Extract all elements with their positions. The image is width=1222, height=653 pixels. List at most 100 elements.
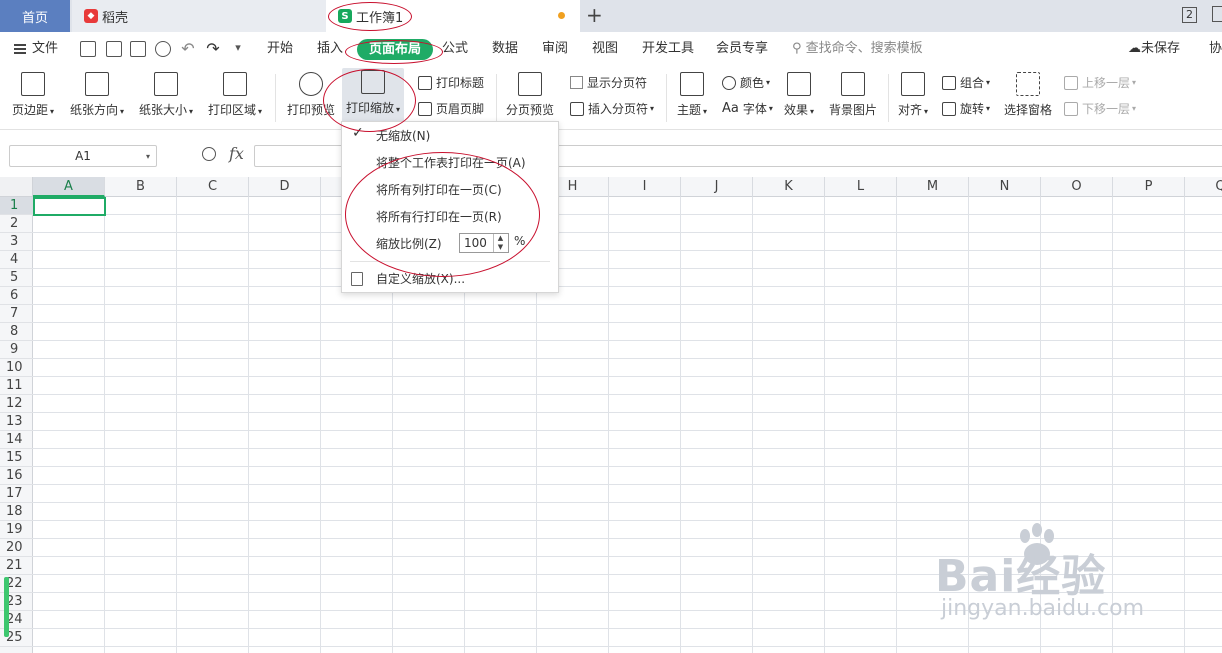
fonts-button[interactable]: Aa 字体 ▾ [722,100,773,117]
bring-forward-button[interactable]: 上移一层 ▾ [1064,74,1136,91]
menu-tab-view[interactable]: 视图 [592,32,618,66]
tab-daoke[interactable]: ◆ 稻壳 [72,0,326,32]
undo-icon[interactable]: ↶ [180,41,196,57]
new-tab-plus-icon[interactable]: + [586,3,603,27]
unsaved-dot-icon [558,12,565,19]
column-header[interactable]: M [897,177,969,197]
menu-file[interactable]: 文件 [14,32,58,66]
print-area-button[interactable]: 打印区域 ▾ [208,70,262,118]
align-label: 对齐 [898,103,923,117]
row-header[interactable]: 13 [0,413,33,431]
redo-icon[interactable]: ↷ [205,41,221,57]
column-header[interactable]: J [681,177,753,197]
export-pdf-icon[interactable] [106,41,122,57]
column-header[interactable]: B [105,177,177,197]
background-image-button[interactable]: 背景图片 [829,70,877,118]
page-break-icon [570,101,584,116]
column-header[interactable]: I [609,177,681,197]
menu-tab-start[interactable]: 开始 [267,32,293,66]
zoom-magnifier-icon[interactable] [202,147,216,161]
column-header[interactable]: D [249,177,321,197]
rotate-button[interactable]: 旋转 ▾ [942,100,990,117]
command-search[interactable]: ⚲ 查找命令、搜索模板 [792,32,923,66]
column-header[interactable]: C [177,177,249,197]
chevron-down-icon[interactable]: ▾ [146,152,150,161]
effects-button[interactable]: 效果 ▾ [784,70,814,118]
ribbon-divider [275,74,276,122]
row-header[interactable]: 6 [0,287,33,305]
column-header[interactable]: N [969,177,1041,197]
cloud-save-status[interactable]: ☁未保存 [1128,32,1180,66]
row-header[interactable]: 1 [0,197,33,215]
print-preview-icon[interactable] [155,41,171,57]
menu-file-label: 文件 [32,41,59,56]
margins-button[interactable]: 页边距 ▾ [12,70,54,118]
row-header[interactable]: 16 [0,467,33,485]
quick-access-dropdown-icon[interactable]: ▾ [230,41,246,57]
select-all-corner[interactable] [0,177,33,197]
row-header[interactable]: 12 [0,395,33,413]
print-icon[interactable] [130,41,146,57]
menu-tab-insert[interactable]: 插入 [317,32,343,66]
row-header[interactable]: 19 [0,521,33,539]
header-footer-button[interactable]: 页眉页脚 [418,100,484,117]
row-header[interactable]: 20 [0,539,33,557]
group-button[interactable]: 组合 ▾ [942,74,990,91]
annotation-ellipse-page-layout [345,40,443,64]
row-header[interactable]: 18 [0,503,33,521]
colors-button[interactable]: 颜色 ▾ [722,74,770,91]
align-button[interactable]: 对齐 ▾ [898,70,928,118]
row-header[interactable]: 21 [0,557,33,575]
print-area-label: 打印区域 [208,103,257,117]
column-header[interactable]: O [1041,177,1113,197]
row-header[interactable]: 14 [0,431,33,449]
row-header[interactable]: 2 [0,215,33,233]
row-header[interactable]: 17 [0,485,33,503]
column-header[interactable]: P [1113,177,1185,197]
column-header[interactable]: A [33,177,105,197]
page-break-preview-button[interactable]: 分页预览 [506,70,554,118]
fx-icon[interactable]: fx [229,144,244,163]
orientation-button[interactable]: 纸张方向 ▾ [70,70,124,118]
name-box[interactable]: A1 [9,145,157,167]
menu-bar: 文件 ↶ ↷ ▾ 开始 插入 页面布局 公式 数据 审阅 视图 开发工具 会员专… [0,32,1222,66]
menu-tab-data[interactable]: 数据 [492,32,518,66]
save-icon[interactable] [80,41,96,57]
ribbon-divider [666,74,667,122]
row-header[interactable]: 5 [0,269,33,287]
show-page-breaks-checkbox[interactable]: 显示分页符 [570,74,647,91]
row-header[interactable]: 10 [0,359,33,377]
row-header[interactable]: 9 [0,341,33,359]
row-header[interactable]: 11 [0,377,33,395]
menu-tab-formulas[interactable]: 公式 [442,32,468,66]
paper-size-button[interactable]: 纸张大小 ▾ [139,70,193,118]
checkbox-icon [570,76,583,89]
menu-tab-developer[interactable]: 开发工具 [642,32,694,66]
send-backward-button[interactable]: 下移一层 ▾ [1064,100,1136,117]
fonts-label: 字体 [742,102,767,116]
margins-icon [21,72,46,96]
row-header[interactable]: 8 [0,323,33,341]
window-switch-icon[interactable] [1212,6,1222,22]
collaborate-button[interactable]: 协 [1209,32,1222,66]
menu-tab-review[interactable]: 审阅 [542,32,568,66]
active-cell-a1[interactable] [33,197,106,216]
background-image-icon [841,72,865,96]
row-header[interactable]: 3 [0,233,33,251]
theme-button[interactable]: 主题 ▾ [677,70,707,118]
page-break-preview-label: 分页预览 [506,103,555,117]
row-header[interactable]: 4 [0,251,33,269]
tab-home[interactable]: 首页 [0,0,70,32]
annotation-ellipse-workbook-tab [328,2,412,31]
column-header[interactable]: L [825,177,897,197]
row-header[interactable]: 15 [0,449,33,467]
column-header[interactable]: Q [1185,177,1222,197]
insert-page-break-button[interactable]: 插入分页符 ▾ [570,100,654,117]
column-header[interactable]: K [753,177,825,197]
print-titles-button[interactable]: 打印标题 [418,74,484,91]
window-count-badge[interactable]: 2 [1182,7,1197,23]
selection-pane-button[interactable]: 选择窗格 [1004,70,1052,118]
row-header[interactable]: 7 [0,305,33,323]
menu-tab-member[interactable]: 会员专享 [716,32,768,66]
cloud-icon: ☁ [1128,41,1141,56]
